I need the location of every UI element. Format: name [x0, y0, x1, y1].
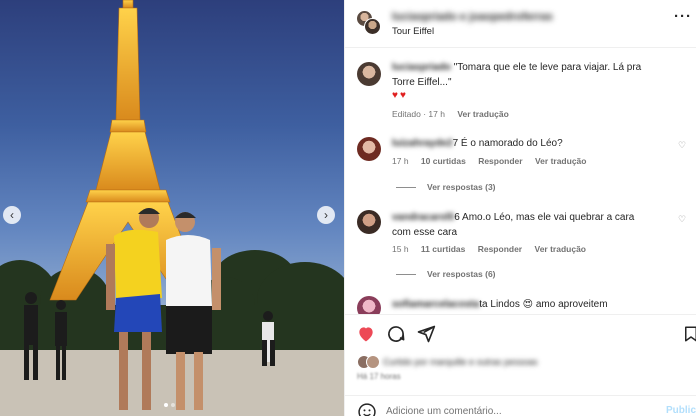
- divider: [396, 186, 416, 188]
- avatar[interactable]: [357, 62, 381, 86]
- next-photo-button[interactable]: ›: [317, 206, 335, 224]
- divider: [396, 273, 416, 275]
- like-comment-icon[interactable]: ♡: [678, 214, 686, 225]
- save-button[interactable]: [682, 324, 696, 349]
- post-usernames[interactable]: luciaspriado e joaopedroferras: [392, 11, 557, 23]
- emoji-button[interactable]: [357, 402, 377, 416]
- carousel-dot: [171, 403, 175, 407]
- comment-meta: 15 h 11 curtidas Responder Ver tradução: [392, 244, 587, 254]
- comment-button[interactable]: [386, 324, 406, 349]
- comment-like-count[interactable]: 10 curtidas: [421, 156, 466, 166]
- view-replies-button[interactable]: Ver respostas (3): [396, 182, 496, 192]
- see-translation-link[interactable]: Ver tradução: [535, 156, 587, 166]
- collab-avatars[interactable]: [356, 10, 382, 36]
- avatar: [366, 355, 380, 369]
- reply-button[interactable]: Responder: [478, 244, 522, 254]
- carousel-dot-active: [164, 403, 168, 407]
- post-date: Há 17 horas: [357, 372, 401, 381]
- comment-bubble-icon: [388, 326, 405, 342]
- post-header: luciaspriado e joaopedroferras Tour Eiff…: [345, 0, 696, 48]
- post-photo: ‹ ›: [0, 0, 344, 416]
- comment-text: luciaspriado "Tomara que ele te leve par…: [392, 62, 642, 88]
- likes-text[interactable]: Curtido por marquille e outras pessoas: [383, 357, 613, 367]
- post-actions: [345, 314, 696, 354]
- comment-like-count[interactable]: 11 curtidas: [421, 244, 465, 254]
- avatar[interactable]: [357, 210, 381, 234]
- heart-eyes-emoji-icon: 😍: [522, 299, 534, 310]
- comment-input[interactable]: [386, 404, 646, 416]
- avatar[interactable]: [357, 137, 381, 161]
- share-button[interactable]: [416, 324, 436, 349]
- comment-username[interactable]: sofiamarcelacosta: [392, 299, 479, 310]
- comment-text: sofiamarcelacostata Lindos 😍 amo aprovei…: [392, 299, 608, 310]
- comment-username[interactable]: luizahrayde2: [392, 138, 453, 149]
- heart-filled-icon: [359, 327, 373, 342]
- add-comment-bar: Publicar: [345, 395, 696, 416]
- post-side-panel: luciaspriado e joaopedroferras Tour Eiff…: [344, 0, 696, 416]
- comment-username[interactable]: luciaspriado: [392, 62, 451, 73]
- more-options-icon[interactable]: ···: [674, 8, 692, 25]
- comments-list: luciaspriado "Tomara que ele te leve par…: [345, 48, 696, 314]
- paper-plane-icon: [417, 325, 436, 343]
- eiffel-photo-illustration: [0, 0, 344, 416]
- comment-meta: 17 h 10 curtidas Responder Ver tradução: [392, 156, 587, 166]
- view-replies-button[interactable]: Ver respostas (6): [396, 269, 496, 279]
- avatar: [364, 18, 381, 35]
- comment-text: vandracarolli6 Amo.o Léo, mas ele vai qu…: [392, 212, 635, 238]
- reply-button[interactable]: Responder: [478, 156, 522, 166]
- avatar[interactable]: [357, 296, 381, 314]
- publish-button[interactable]: Publicar: [666, 405, 696, 416]
- previous-photo-button[interactable]: ‹: [3, 206, 21, 224]
- bookmark-icon: [685, 326, 696, 342]
- post-location[interactable]: Tour Eiffel: [392, 26, 434, 37]
- comment-meta: Editado · 17 h Ver tradução: [392, 109, 509, 119]
- see-translation-link[interactable]: Ver tradução: [535, 244, 587, 254]
- like-button[interactable]: [356, 324, 376, 349]
- smiley-icon: [358, 403, 376, 416]
- chevron-right-icon: ›: [324, 208, 328, 222]
- like-comment-icon[interactable]: ♡: [678, 140, 686, 151]
- comment-username[interactable]: vandracarolli: [392, 212, 454, 223]
- comment-text: luizahrayde27 É o namorado do Léo?: [392, 138, 563, 149]
- heart-emoji-icon: ♥♥: [392, 90, 408, 101]
- see-translation-link[interactable]: Ver tradução: [457, 109, 509, 119]
- chevron-left-icon: ‹: [10, 208, 14, 222]
